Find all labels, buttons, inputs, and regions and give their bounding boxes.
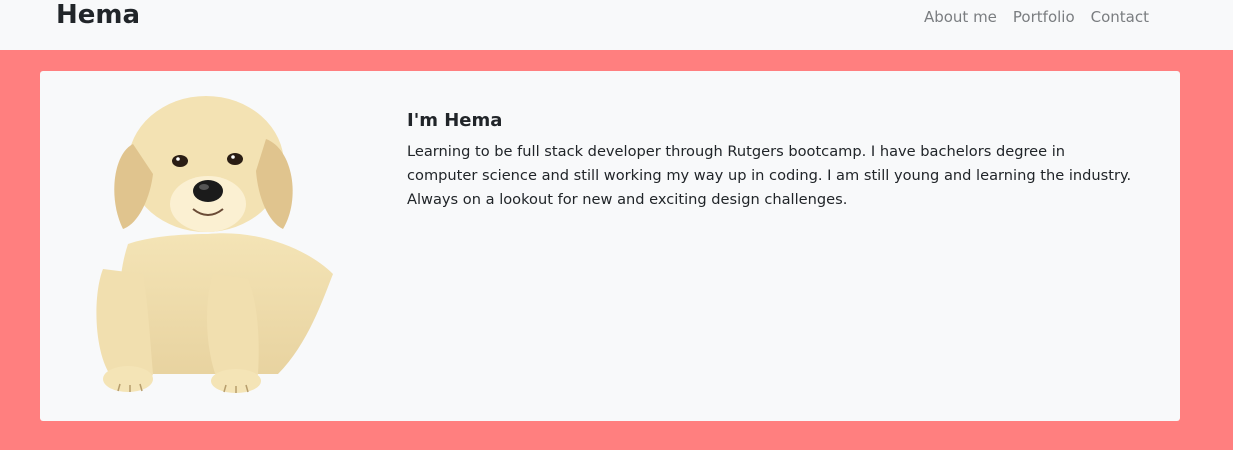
navbar: Hema About me Portfolio Contact bbox=[0, 0, 1233, 50]
nav-links: About me Portfolio Contact bbox=[916, 7, 1157, 27]
about-title: I'm Hema bbox=[407, 110, 503, 131]
nav-link-about-me[interactable]: About me bbox=[916, 7, 1005, 27]
main-content: I'm Hema Learning to be full stack devel… bbox=[0, 50, 1233, 450]
about-card: I'm Hema Learning to be full stack devel… bbox=[40, 71, 1180, 421]
nav-link-portfolio[interactable]: Portfolio bbox=[1005, 7, 1083, 27]
puppy-photo bbox=[96, 96, 333, 393]
nav-link-contact[interactable]: Contact bbox=[1083, 7, 1157, 27]
navbar-brand[interactable]: Hema bbox=[56, 0, 140, 32]
about-text: I'm Hema Learning to be full stack devel… bbox=[407, 109, 1137, 212]
about-bio: Learning to be full stack developer thro… bbox=[407, 143, 1132, 208]
